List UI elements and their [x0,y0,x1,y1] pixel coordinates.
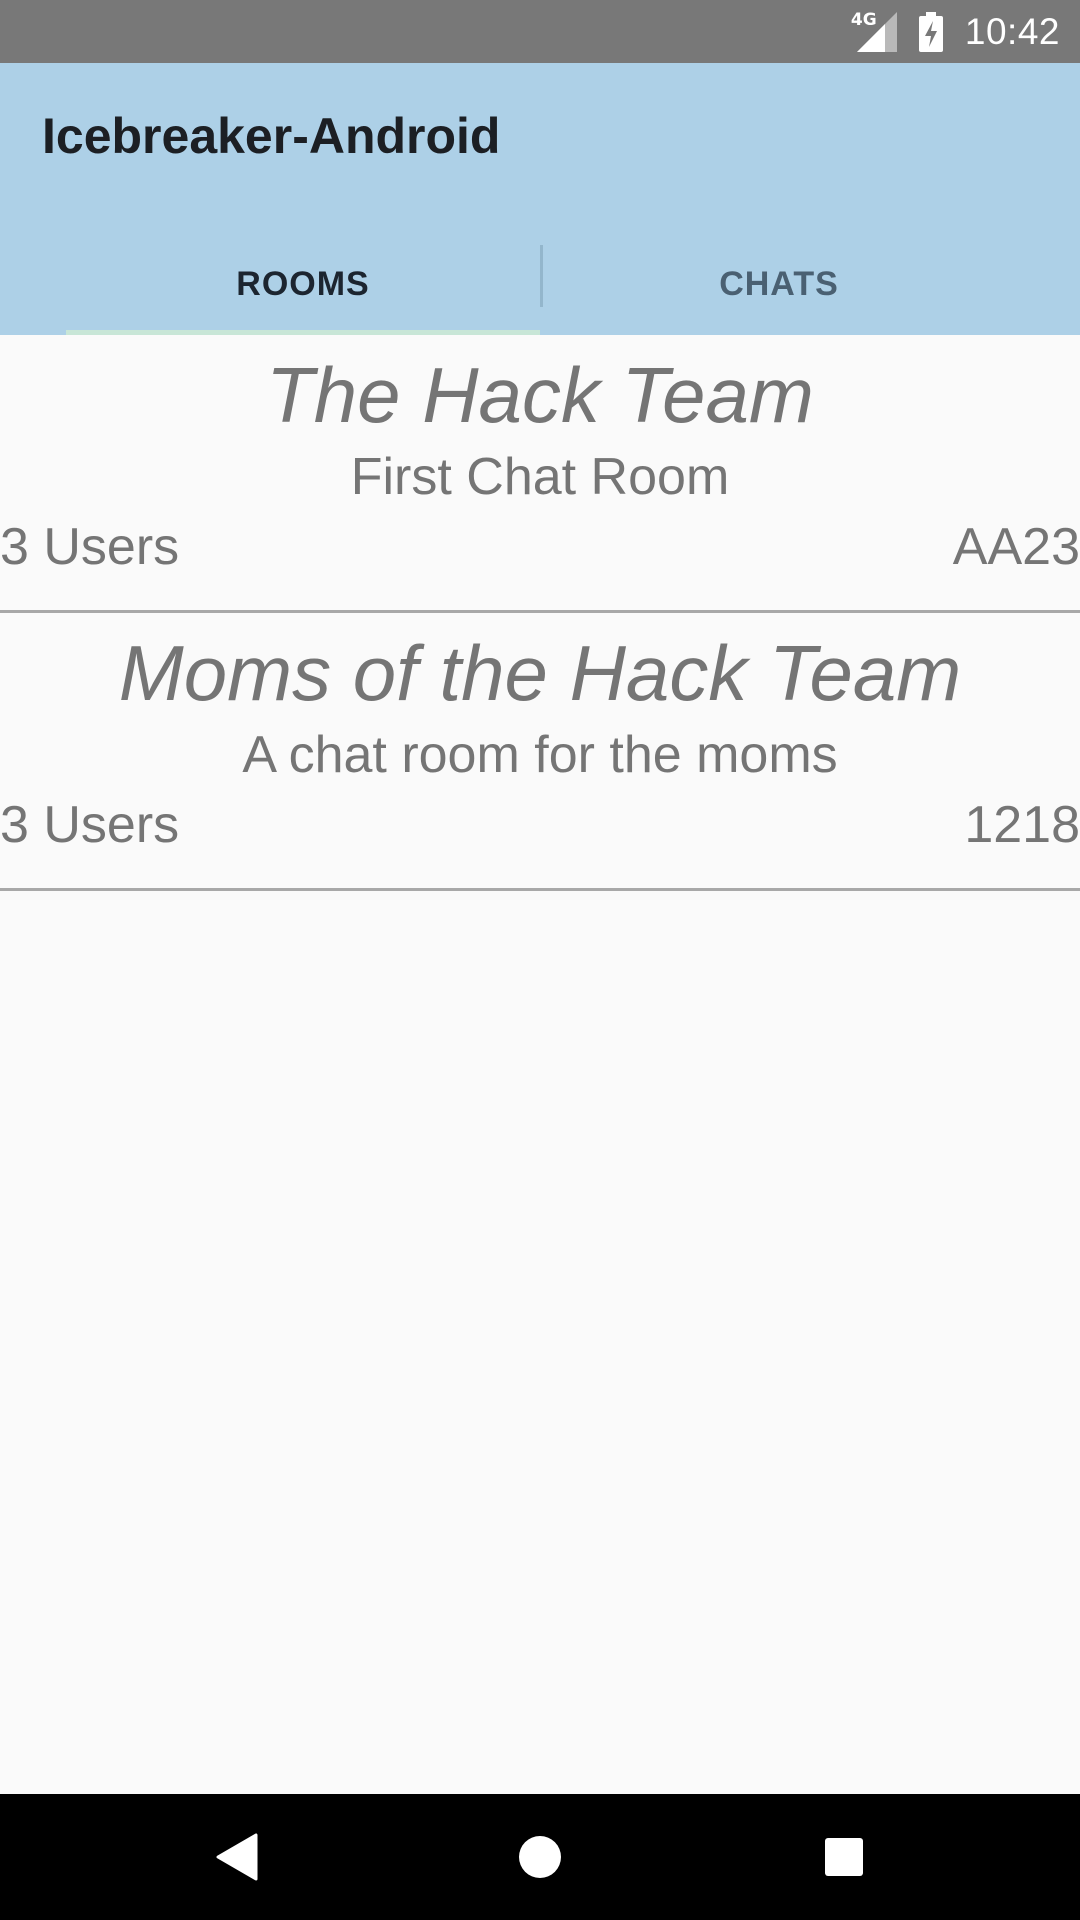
room-name: Moms of the Hack Team [118,629,962,717]
battery-charging-icon [918,11,943,52]
room-user-count: 3 Users [0,796,180,854]
recents-icon[interactable] [816,1829,872,1885]
room-description: A chat room for the moms [242,726,838,784]
home-icon[interactable] [512,1829,568,1885]
status-bar: 4G 10:42 [0,0,1080,63]
screen: 4G 10:42 Icebreaker-Android ROOMS CHATS [0,0,1080,1920]
navigation-bar [0,1794,1080,1920]
app-bar: Icebreaker-Android ROOMS CHATS [0,63,1080,335]
room-user-count: 3 Users [0,518,180,576]
room-name: The Hack Team [266,351,814,439]
tab-rooms[interactable]: ROOMS [66,233,540,335]
signal-icon: 4G [851,11,897,52]
tab-chats[interactable]: CHATS [542,233,1016,335]
room-description: First Chat Room [350,448,730,506]
tab-bar: ROOMS CHATS [0,233,1080,335]
room-list-item[interactable]: Moms of the Hack Team A chat room for th… [0,613,1080,891]
back-icon[interactable] [209,1829,265,1885]
room-code: AA23 [952,518,1080,576]
clock: 10:42 [964,10,1060,52]
room-list: The Hack Team First Chat Room 3 Users AA… [0,335,1080,891]
app-title: Icebreaker-Android [42,108,501,164]
room-code: 1218 [964,796,1080,854]
room-list-item[interactable]: The Hack Team First Chat Room 3 Users AA… [0,335,1080,613]
status-icons: 4G 10:42 [851,0,1060,63]
